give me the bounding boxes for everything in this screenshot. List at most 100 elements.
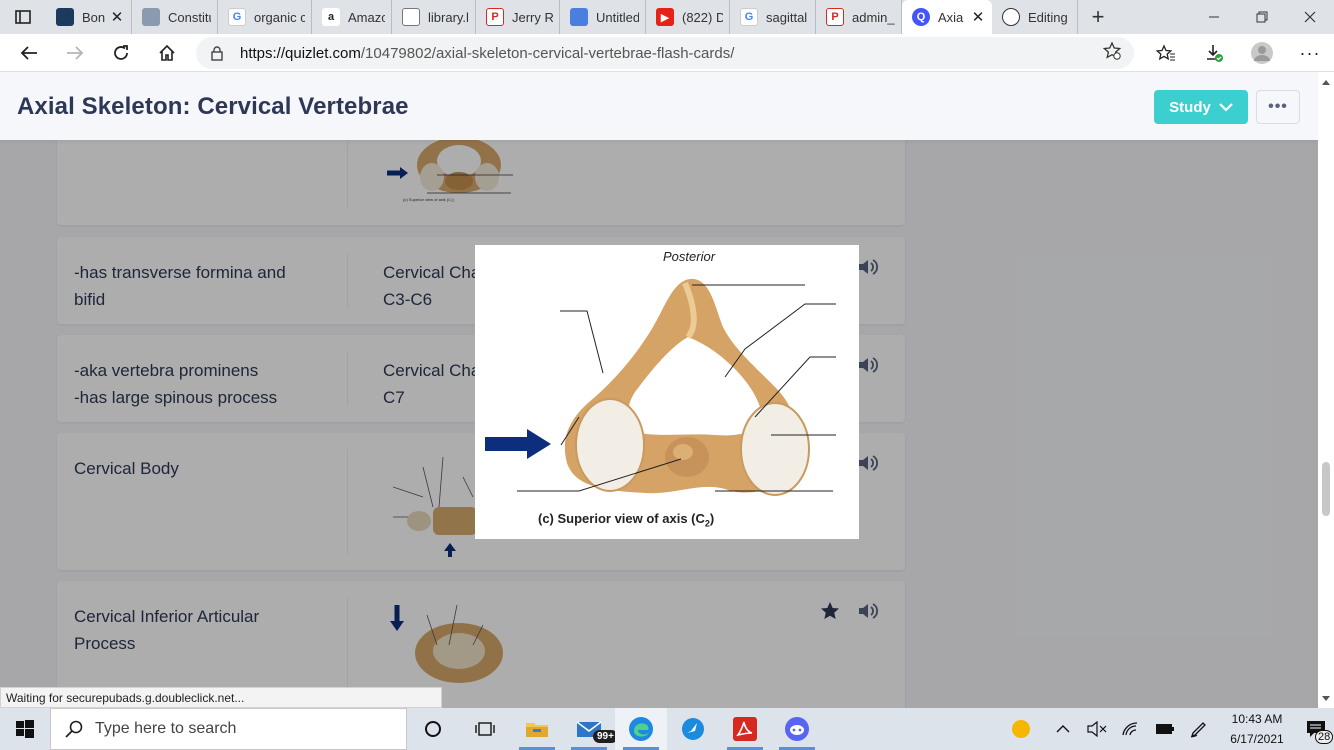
browser-tab[interactable]: Gsagittal s bbox=[730, 0, 816, 34]
clock-date: 6/17/2021 bbox=[1230, 732, 1284, 746]
notifications-button[interactable]: 28 bbox=[1298, 708, 1334, 750]
scroll-up-arrow[interactable] bbox=[1322, 80, 1330, 85]
plus-icon: + bbox=[1091, 4, 1105, 29]
favorites-icon bbox=[1156, 44, 1175, 61]
profile-button[interactable] bbox=[1238, 34, 1286, 72]
edge-browser-button[interactable] bbox=[615, 708, 667, 750]
clock-time: 10:43 AM bbox=[1231, 712, 1283, 726]
favicon-photo bbox=[142, 8, 160, 26]
home-button[interactable] bbox=[144, 34, 190, 72]
address-bar[interactable]: https://quizlet.com/10479802/axial-skele… bbox=[196, 37, 1134, 69]
favicon-panda bbox=[1002, 8, 1020, 26]
file-explorer-button[interactable] bbox=[511, 708, 563, 750]
image-preview-popup: Posterior (c) Superior view of axis (C2) bbox=[475, 245, 859, 539]
document-icon bbox=[402, 8, 420, 26]
pen-button[interactable] bbox=[1182, 708, 1216, 750]
browser-tab[interactable]: Untitled bbox=[560, 0, 646, 34]
caption-close: ) bbox=[709, 511, 715, 526]
minimize-button[interactable] bbox=[1190, 0, 1238, 34]
quizlet-icon: Q bbox=[912, 8, 930, 26]
browser-toolbar: https://quizlet.com/10479802/axial-skele… bbox=[0, 34, 1334, 72]
battery-icon bbox=[1156, 724, 1174, 734]
page-scrollbar[interactable] bbox=[1318, 72, 1334, 708]
more-options-button[interactable]: ••• bbox=[1256, 90, 1300, 124]
settings-menu-button[interactable]: ··· bbox=[1286, 34, 1334, 72]
volume-button[interactable] bbox=[1080, 708, 1114, 750]
browser-tab[interactable]: Q Axia ✕ bbox=[902, 0, 992, 34]
favicon-dark bbox=[56, 8, 74, 26]
tab-label: Constitut bbox=[168, 9, 211, 25]
lock-icon bbox=[211, 46, 223, 61]
edge-icon bbox=[629, 717, 653, 741]
more-dots-icon: ••• bbox=[1268, 98, 1288, 115]
mail-button[interactable]: 99+ bbox=[563, 708, 618, 750]
browser-tab[interactable]: Padmin_ar bbox=[816, 0, 902, 34]
study-button[interactable]: Study bbox=[1154, 90, 1248, 124]
figure-caption: (c) Superior view of axis (C2) bbox=[538, 511, 714, 529]
url-path: /10479802/axial-skeleton-cervical-verteb… bbox=[360, 44, 735, 62]
taskbar-search[interactable]: Type here to search bbox=[50, 708, 407, 750]
browser-tab[interactable]: P Jerry R. N bbox=[476, 0, 560, 34]
pdf-icon: P bbox=[486, 8, 504, 26]
refresh-icon bbox=[114, 44, 128, 60]
amazon-icon: a bbox=[322, 8, 340, 26]
scrollbar-thumb[interactable] bbox=[1322, 462, 1330, 516]
tab-actions-button[interactable] bbox=[0, 0, 46, 34]
weather-button[interactable] bbox=[1004, 708, 1038, 750]
browser-tab[interactable]: Gorganic c bbox=[218, 0, 312, 34]
restore-button[interactable] bbox=[1238, 0, 1286, 34]
show-hidden-icons-button[interactable] bbox=[1046, 708, 1080, 750]
new-tab-button[interactable]: + bbox=[1078, 0, 1118, 34]
axis-superior-view-image bbox=[485, 278, 836, 496]
blue-app-icon bbox=[682, 718, 704, 740]
task-view-icon bbox=[475, 722, 495, 736]
taskbar-clock[interactable]: 10:43 AM 6/17/2021 bbox=[1216, 709, 1298, 749]
network-button[interactable] bbox=[1114, 708, 1148, 750]
minimize-icon bbox=[1209, 16, 1219, 18]
more-dots-icon: ··· bbox=[1299, 42, 1321, 63]
home-icon bbox=[159, 44, 175, 61]
search-placeholder: Type here to search bbox=[95, 720, 237, 737]
tab-label: Jerry R. N bbox=[512, 9, 553, 25]
app-button[interactable] bbox=[667, 708, 719, 750]
speaker-muted-icon bbox=[1087, 721, 1107, 737]
google-icon: G bbox=[740, 8, 758, 26]
scroll-down-arrow[interactable] bbox=[1322, 696, 1330, 701]
sun-icon bbox=[1012, 720, 1030, 738]
back-button[interactable] bbox=[6, 34, 52, 72]
avatar-icon bbox=[1251, 42, 1273, 64]
downloads-button[interactable] bbox=[1190, 34, 1238, 72]
close-tab-icon[interactable]: ✕ bbox=[109, 8, 125, 26]
start-button[interactable] bbox=[0, 708, 50, 750]
close-tab-icon[interactable]: ✕ bbox=[970, 8, 986, 26]
search-icon bbox=[65, 720, 83, 738]
browser-tab[interactable]: ▶ (822) Dra bbox=[646, 0, 730, 34]
browser-tab[interactable]: Constitut bbox=[132, 0, 218, 34]
task-view-button[interactable] bbox=[459, 708, 511, 750]
study-label: Study bbox=[1169, 98, 1211, 116]
acrobat-button[interactable] bbox=[719, 708, 771, 750]
cortana-button[interactable] bbox=[407, 708, 459, 750]
windows-logo-icon bbox=[16, 720, 34, 738]
discord-button[interactable] bbox=[771, 708, 823, 750]
browser-tab[interactable]: library.lo bbox=[392, 0, 476, 34]
browser-tab[interactable]: Editing c bbox=[992, 0, 1078, 34]
cortana-circle-icon bbox=[425, 721, 441, 737]
tab-actions-icon bbox=[15, 10, 31, 24]
pen-icon bbox=[1190, 722, 1206, 738]
battery-button[interactable] bbox=[1148, 708, 1182, 750]
pdf-icon: P bbox=[826, 8, 844, 26]
browser-tab[interactable]: Bon ✕ bbox=[46, 0, 132, 34]
forward-button[interactable] bbox=[52, 34, 98, 72]
back-arrow-icon bbox=[20, 45, 37, 60]
add-favorite-button[interactable] bbox=[1102, 41, 1122, 65]
chevron-down-icon bbox=[1219, 103, 1233, 112]
favorites-button[interactable] bbox=[1142, 34, 1190, 72]
close-window-button[interactable] bbox=[1286, 0, 1334, 34]
tab-label: (822) Dra bbox=[682, 9, 723, 25]
browser-tab[interactable]: a Amazon bbox=[312, 0, 392, 34]
tab-label: Untitled bbox=[596, 9, 639, 25]
refresh-button[interactable] bbox=[98, 34, 144, 72]
restore-icon bbox=[1256, 11, 1268, 23]
windows-taskbar: Type here to search 99+ 10:43 AM 6/17/20… bbox=[0, 708, 1334, 750]
